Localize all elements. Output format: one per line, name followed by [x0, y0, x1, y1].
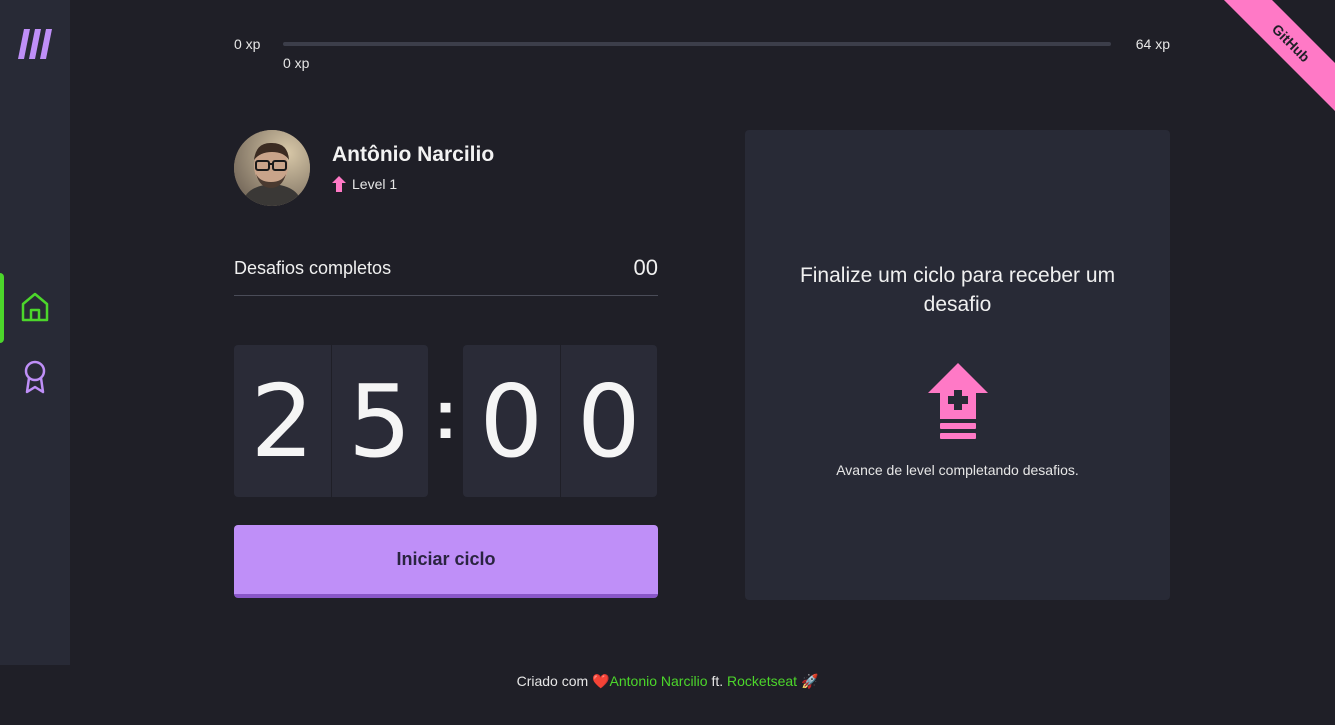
completed-challenges: Desafios completos 00	[234, 250, 658, 296]
challenge-box: Finalize um ciclo para receber um desafi…	[745, 130, 1170, 600]
award-icon	[24, 360, 46, 394]
active-nav-indicator	[0, 273, 4, 343]
xp-current-label: 0 xp	[283, 55, 310, 71]
avatar	[234, 130, 310, 206]
sidebar	[0, 0, 70, 665]
countdown-seconds: 0 0	[463, 345, 657, 497]
github-ribbon[interactable]: GitHub	[1215, 0, 1335, 120]
profile-name: Antônio Narcilio	[332, 143, 495, 166]
rocket-icon: 🚀	[800, 673, 819, 689]
heart-icon: ❤️	[592, 673, 610, 689]
challenge-box-title: Finalize um ciclo para receber um desafi…	[799, 264, 1116, 316]
footer-prefix: Criado com	[516, 673, 589, 689]
move-it-logo-icon[interactable]	[18, 29, 52, 64]
level-arrow-icon	[332, 176, 346, 192]
challenges-count: 00	[633, 255, 658, 280]
profile: Antônio Narcilio Level 1	[234, 130, 658, 206]
minutes-ones-digit: 5	[347, 362, 412, 480]
level-label: Level 1	[352, 176, 398, 192]
rocketseat-link[interactable]: Rocketseat	[727, 673, 797, 689]
challenge-box-description: Avance de level completando desafios.	[836, 462, 1079, 478]
seconds-tens-digit: 0	[463, 345, 561, 497]
xp-track	[283, 42, 1111, 46]
github-ribbon-label[interactable]: GitHub	[1215, 0, 1335, 119]
home-icon	[21, 292, 49, 322]
footer: Criado com ❤️Antonio Narcilio ft. Rocket…	[0, 673, 1335, 690]
xp-max-label: 64 xp	[1135, 36, 1170, 52]
countdown-minutes: 2 5	[234, 345, 428, 497]
start-cycle-button[interactable]: Iniciar ciclo	[234, 525, 658, 598]
countdown: 2 5 : 0 0	[234, 345, 658, 497]
challenges-label: Desafios completos	[234, 258, 392, 278]
level-indicator: Level 1	[332, 176, 397, 192]
experience-bar: 0 xp 0 xp 64 xp	[234, 34, 1170, 74]
level-up-icon	[927, 363, 988, 448]
xp-min-label: 0 xp	[234, 36, 261, 52]
footer-ft: ft.	[711, 673, 724, 689]
author-link[interactable]: Antonio Narcilio	[610, 673, 708, 689]
countdown-separator: :	[433, 375, 458, 453]
nav-award-button[interactable]	[19, 360, 51, 394]
seconds-ones-digit: 0	[576, 362, 641, 480]
minutes-tens-digit: 2	[234, 345, 332, 497]
nav-home-button[interactable]	[19, 290, 51, 324]
